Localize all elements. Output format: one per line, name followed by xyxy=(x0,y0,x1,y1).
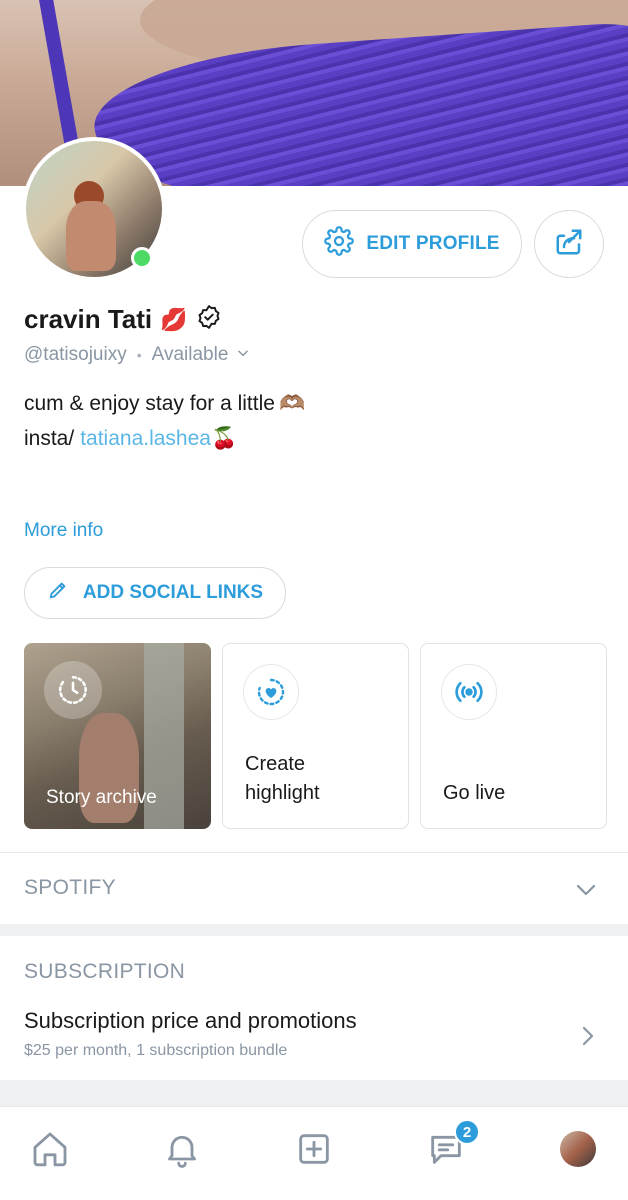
separator-dot: • xyxy=(136,347,142,363)
heart-highlight-icon xyxy=(243,664,299,720)
story-archive-label: Story archive xyxy=(46,787,157,808)
bottom-navigation-bar: 2 xyxy=(0,1106,628,1200)
create-highlight-label-line1: Create xyxy=(245,753,306,775)
clock-history-icon xyxy=(44,661,102,719)
online-status-indicator xyxy=(131,247,153,269)
story-archive-card[interactable]: Story archive xyxy=(24,643,211,829)
section-separator xyxy=(0,1080,628,1106)
bell-icon[interactable] xyxy=(160,1127,204,1171)
username-handle: @tatisojuixy xyxy=(24,344,127,365)
heart-hands-emoji: 🫶🏽 xyxy=(278,392,306,415)
display-name: cravin Tati xyxy=(24,304,153,334)
bio-insta-prefix: insta/ xyxy=(24,427,75,450)
divider xyxy=(0,852,628,853)
chevron-down-icon[interactable] xyxy=(574,878,598,907)
section-separator xyxy=(0,924,628,936)
create-highlight-label: Create highlight xyxy=(245,750,320,808)
lips-emoji: 💋 xyxy=(160,306,188,332)
share-profile-button[interactable] xyxy=(534,210,604,278)
chevron-right-icon[interactable] xyxy=(578,1024,598,1053)
chevron-down-icon xyxy=(236,344,250,366)
bio-line-1: cum & enjoy stay for a little 🫶🏽 xyxy=(24,392,305,416)
home-icon[interactable] xyxy=(28,1127,72,1171)
bio-text: cum & enjoy stay for a little xyxy=(24,392,275,415)
edit-profile-button[interactable]: EDIT PROFILE xyxy=(302,210,522,278)
go-live-label: Go live xyxy=(443,782,506,804)
add-social-links-label: ADD SOCIAL LINKS xyxy=(82,582,264,603)
pencil-icon xyxy=(47,579,69,607)
availability-status-label: Available xyxy=(151,344,229,365)
add-social-links-button[interactable]: ADD SOCIAL LINKS xyxy=(24,567,286,619)
share-icon xyxy=(554,227,584,262)
messages-count-badge: 2 xyxy=(454,1119,480,1145)
bio-line-2: insta/ tatiana.lashea 🍒 xyxy=(24,427,237,451)
create-highlight-label-line2: highlight xyxy=(245,782,320,804)
cherry-emoji: 🍒 xyxy=(210,427,238,450)
create-highlight-card[interactable]: Create highlight xyxy=(222,643,409,829)
subscription-price-item-title[interactable]: Subscription price and promotions xyxy=(24,1008,357,1034)
gear-icon xyxy=(324,226,355,262)
verified-badge-icon xyxy=(196,304,222,335)
availability-status-dropdown[interactable]: Available xyxy=(152,344,251,366)
nav-profile-avatar[interactable] xyxy=(556,1127,600,1171)
broadcast-icon xyxy=(441,664,497,720)
profile-name-row: cravin Tati 💋 xyxy=(24,304,222,335)
plus-square-icon[interactable] xyxy=(292,1127,336,1171)
handle-status-row: @tatisojuixy • Available xyxy=(24,344,250,366)
go-live-card[interactable]: Go live xyxy=(420,643,607,829)
edit-profile-label: EDIT PROFILE xyxy=(366,233,500,254)
subscription-price-item-meta: $25 per month, 1 subscription bundle xyxy=(24,1042,288,1059)
spotify-section-title[interactable]: SPOTIFY xyxy=(24,876,116,900)
more-info-link[interactable]: More info xyxy=(24,520,103,542)
subscription-section-title: SUBSCRIPTION xyxy=(24,960,186,983)
bio-insta-link[interactable]: tatiana.lashea xyxy=(80,427,211,451)
